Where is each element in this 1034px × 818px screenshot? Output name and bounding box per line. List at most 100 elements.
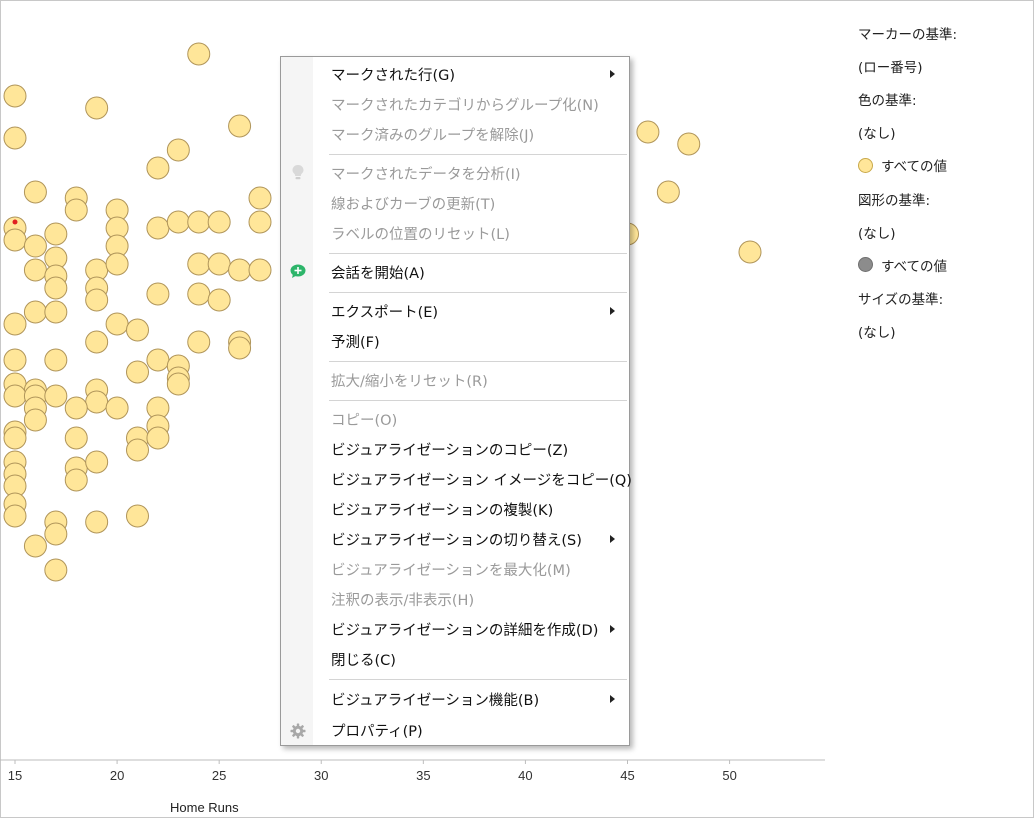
data-point[interactable]	[146, 282, 170, 306]
data-point[interactable]	[207, 252, 231, 276]
legend-color-item[interactable]: すべての値	[858, 149, 1028, 182]
data-point[interactable]	[126, 360, 149, 384]
menu-item-reset-zoom[interactable]: 拡大/縮小をリセット(R)	[313, 365, 629, 395]
data-point[interactable]	[228, 336, 252, 360]
data-point[interactable]	[85, 288, 109, 312]
data-point[interactable]	[23, 408, 47, 432]
data-point[interactable]	[85, 96, 109, 120]
data-point[interactable]	[146, 156, 170, 180]
submenu-arrow-icon	[610, 307, 615, 315]
data-point[interactable]	[187, 42, 211, 66]
menu-item-export[interactable]: エクスポート(E)	[313, 296, 629, 326]
menu-item-close[interactable]: 閉じる(C)	[313, 644, 629, 674]
data-point[interactable]	[248, 186, 272, 210]
data-point[interactable]	[187, 330, 211, 354]
data-point[interactable]	[64, 468, 88, 492]
menu-item-duplicate-visualization[interactable]: ビジュアライゼーションの複製(K)	[313, 494, 629, 524]
data-point[interactable]	[248, 210, 272, 234]
data-point[interactable]	[64, 426, 88, 450]
data-point[interactable]	[85, 510, 109, 534]
data-point[interactable]	[126, 318, 149, 342]
legend-size-by-value[interactable]: (なし)	[858, 315, 1028, 348]
data-point[interactable]	[105, 312, 129, 336]
menu-item-update-lines-curves[interactable]: 線およびカーブの更新(T)	[313, 188, 629, 218]
data-point[interactable]	[187, 282, 211, 306]
data-point[interactable]	[187, 252, 211, 276]
data-point[interactable]	[64, 396, 88, 420]
menu-item-maximize-visualization[interactable]: ビジュアライゼーションを最大化(M)	[313, 554, 629, 584]
menu-item-copy-visualization[interactable]: ビジュアライゼーションのコピー(Z)	[313, 434, 629, 464]
marked-point-indicator	[12, 219, 18, 225]
data-point[interactable]	[656, 180, 680, 204]
menu-item-forecast[interactable]: 予測(F)	[313, 326, 629, 356]
data-point[interactable]	[44, 558, 68, 582]
context-menu: マークされた行(G) マークされたカテゴリからグループ化(N) マーク済みのグル…	[280, 56, 632, 746]
data-point[interactable]	[207, 210, 231, 234]
menu-item-group-from-marked-categories[interactable]: マークされたカテゴリからグループ化(N)	[313, 89, 629, 119]
data-point[interactable]	[228, 114, 252, 138]
menu-item-copy[interactable]: コピー(O)	[313, 404, 629, 434]
menu-item-marked-rows[interactable]: マークされた行(G)	[313, 59, 629, 89]
menu-item-start-conversation[interactable]: 会話を開始(A)	[313, 257, 629, 287]
data-point[interactable]	[207, 288, 231, 312]
data-point[interactable]	[44, 222, 68, 246]
x-axis-title: Home Runs	[170, 800, 239, 815]
data-point[interactable]	[3, 384, 27, 408]
data-point[interactable]	[23, 300, 47, 324]
data-point[interactable]	[44, 348, 68, 372]
data-point[interactable]	[166, 210, 190, 234]
data-point[interactable]	[23, 258, 47, 282]
legend-color-by-value[interactable]: (なし)	[858, 116, 1028, 149]
data-point[interactable]	[44, 384, 68, 408]
data-point[interactable]	[146, 348, 170, 372]
data-point[interactable]	[85, 390, 109, 414]
menu-item-analyze-marked-data[interactable]: マークされたデータを分析(I)	[313, 158, 629, 188]
data-point[interactable]	[228, 258, 252, 282]
menu-item-reset-label-positions[interactable]: ラベルの位置のリセット(L)	[313, 218, 629, 248]
legend-shape-item-label: すべての値	[881, 258, 948, 275]
data-point[interactable]	[126, 438, 149, 462]
legend-shape-item[interactable]: すべての値	[858, 248, 1028, 281]
data-point[interactable]	[126, 504, 149, 528]
data-point[interactable]	[23, 534, 47, 558]
data-point[interactable]	[166, 138, 190, 162]
data-point[interactable]	[3, 126, 27, 150]
data-point[interactable]	[23, 234, 47, 258]
data-point[interactable]	[85, 330, 109, 354]
legend-marker-by-value[interactable]: (ロー番号)	[858, 49, 1028, 82]
data-point[interactable]	[248, 258, 272, 282]
data-point[interactable]	[3, 228, 27, 252]
data-point[interactable]	[146, 216, 170, 240]
data-point[interactable]	[146, 426, 170, 450]
menu-separator	[329, 361, 627, 362]
data-point[interactable]	[105, 396, 129, 420]
menu-item-toggle-annotations[interactable]: 注釈の表示/非表示(H)	[313, 584, 629, 614]
data-point[interactable]	[3, 312, 27, 336]
menu-item-ungroup-marked[interactable]: マーク済みのグループを解除(J)	[313, 119, 629, 149]
menu-item-copy-visualization-image[interactable]: ビジュアライゼーション イメージをコピー(Q)	[313, 464, 632, 494]
menu-item-properties[interactable]: プロパティ(P)	[313, 715, 629, 745]
legend-shape-by-value[interactable]: (なし)	[858, 215, 1028, 248]
data-point[interactable]	[3, 348, 27, 372]
data-point[interactable]	[677, 132, 701, 156]
data-point[interactable]	[3, 504, 27, 528]
data-point[interactable]	[738, 240, 762, 264]
menu-item-visualization-features[interactable]: ビジュアライゼーション機能(B)	[313, 684, 629, 714]
data-point[interactable]	[187, 210, 211, 234]
data-point[interactable]	[44, 522, 68, 546]
data-point[interactable]	[3, 84, 27, 108]
data-point[interactable]	[105, 252, 129, 276]
menu-separator	[329, 400, 627, 401]
lightbulb-icon	[292, 165, 304, 180]
menu-item-create-details-visualization[interactable]: ビジュアライゼーションの詳細を作成(D)	[313, 614, 629, 644]
data-point[interactable]	[166, 372, 190, 396]
data-point[interactable]	[44, 276, 68, 300]
data-point[interactable]	[3, 426, 27, 450]
data-point[interactable]	[23, 180, 47, 204]
x-tick-label: 50	[722, 768, 736, 783]
data-point[interactable]	[44, 300, 68, 324]
menu-item-switch-visualization[interactable]: ビジュアライゼーションの切り替え(S)	[313, 524, 629, 554]
data-point[interactable]	[85, 450, 109, 474]
data-point[interactable]	[636, 120, 660, 144]
data-point[interactable]	[64, 198, 88, 222]
